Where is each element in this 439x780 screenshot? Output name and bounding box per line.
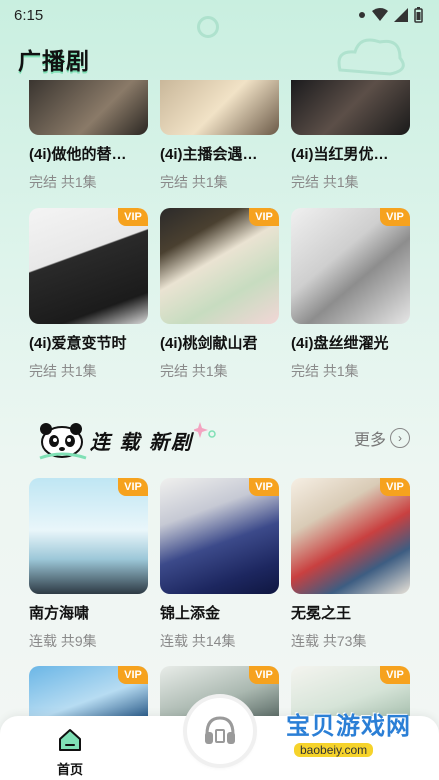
drama-cover: VIP — [29, 666, 148, 716]
vip-badge: VIP — [249, 478, 279, 496]
nav-home-label: 首页 — [56, 762, 83, 777]
drama-meta: 完结 共1集 — [29, 363, 97, 379]
watermark-title: 宝贝游戏网 — [286, 712, 411, 740]
panda-icon — [39, 423, 87, 460]
more-label: 更多 — [353, 432, 386, 449]
drama-meta: 完结 共1集 — [291, 174, 359, 190]
drama-cover — [29, 80, 148, 135]
player-button[interactable] — [187, 698, 253, 764]
wifi-icon — [372, 8, 388, 21]
drama-title: 无冕之王 — [291, 605, 352, 622]
drama-title: (4i)当红男优… — [291, 146, 389, 163]
vip-badge: VIP — [118, 208, 148, 226]
vip-badge: VIP — [380, 478, 410, 496]
drama-meta: 连载 共73集 — [291, 633, 367, 649]
drama-meta: 完结 共1集 — [160, 174, 228, 190]
drama-card[interactable]: VIP (4i)爱意变节时 完结 共1集 — [29, 208, 148, 381]
drama-title: (4i)桃剑献山君 — [160, 335, 258, 352]
drama-card[interactable]: VIP 无冕之王 连载 共73集 — [291, 478, 410, 651]
drama-card[interactable]: VIP — [29, 666, 148, 716]
drama-title: (4i)做他的替… — [29, 146, 127, 163]
drama-title: (4i)盘丝绁濯光 — [291, 335, 389, 352]
decor-circle — [197, 16, 219, 38]
battery-icon — [414, 7, 423, 23]
more-button[interactable]: 更多 › — [354, 426, 410, 450]
drama-cover: VIP — [29, 478, 148, 594]
vip-badge: VIP — [249, 666, 279, 684]
vip-badge: VIP — [380, 666, 410, 684]
drama-cover: VIP — [160, 208, 279, 324]
drama-meta: 连载 共14集 — [160, 633, 236, 649]
drama-title: (4i)爱意变节时 — [29, 335, 127, 352]
vip-badge: VIP — [249, 208, 279, 226]
drama-cover: VIP — [291, 208, 410, 324]
drama-cover: VIP — [29, 208, 148, 324]
watermark-logo: 宝贝游戏网 baobeiy.com — [286, 706, 436, 762]
drama-cover — [160, 80, 279, 135]
drama-card[interactable]: VIP (4i)桃剑献山君 完结 共1集 — [160, 208, 279, 381]
cell-signal-icon — [394, 8, 408, 22]
drama-card[interactable]: (4i)主播会遇… 完结 共1集 — [160, 80, 279, 192]
vip-badge: VIP — [380, 208, 410, 226]
signal-dot-icon — [359, 12, 365, 18]
drama-title: 锦上添金 — [160, 605, 221, 622]
drama-cover: VIP — [291, 478, 410, 594]
drama-card[interactable]: (4i)做他的替… 完结 共1集 — [29, 80, 148, 192]
drama-title: 南方海啸 — [29, 605, 90, 622]
watermark-url: baobeiy.com — [294, 743, 374, 757]
drama-cover — [291, 80, 410, 135]
drama-cover: VIP — [160, 478, 279, 594]
serial-section-header: 连 载 新剧 更多 › — [36, 420, 410, 460]
status-time: 6:15 — [14, 6, 44, 24]
nav-home[interactable]: 首页 — [50, 728, 90, 778]
drama-card[interactable]: (4i)当红男优… 完结 共1集 — [291, 80, 410, 192]
drama-meta: 完结 共1集 — [291, 363, 359, 379]
sparkle-icon — [194, 422, 216, 438]
page-title: 广播剧 — [18, 48, 90, 74]
home-icon — [59, 729, 81, 751]
vip-badge: VIP — [118, 478, 148, 496]
drama-meta: 完结 共1集 — [160, 363, 228, 379]
chevron-right-icon: › — [390, 428, 410, 448]
headphones-icon — [205, 716, 235, 744]
drama-meta: 完结 共1集 — [29, 174, 97, 190]
drama-card[interactable]: VIP 南方海啸 连载 共9集 — [29, 478, 148, 651]
status-bar: 6:15 — [0, 0, 439, 30]
section-title: 连 载 新剧 — [90, 432, 194, 454]
decor-cloud-icon — [337, 38, 405, 76]
vip-badge: VIP — [118, 666, 148, 684]
drama-card[interactable]: VIP 锦上添金 连载 共14集 — [160, 478, 279, 651]
drama-title: (4i)主播会遇… — [160, 146, 258, 163]
drama-card[interactable]: VIP (4i)盘丝绁濯光 完结 共1集 — [291, 208, 410, 381]
drama-meta: 连载 共9集 — [29, 633, 97, 649]
status-icons — [358, 7, 423, 23]
